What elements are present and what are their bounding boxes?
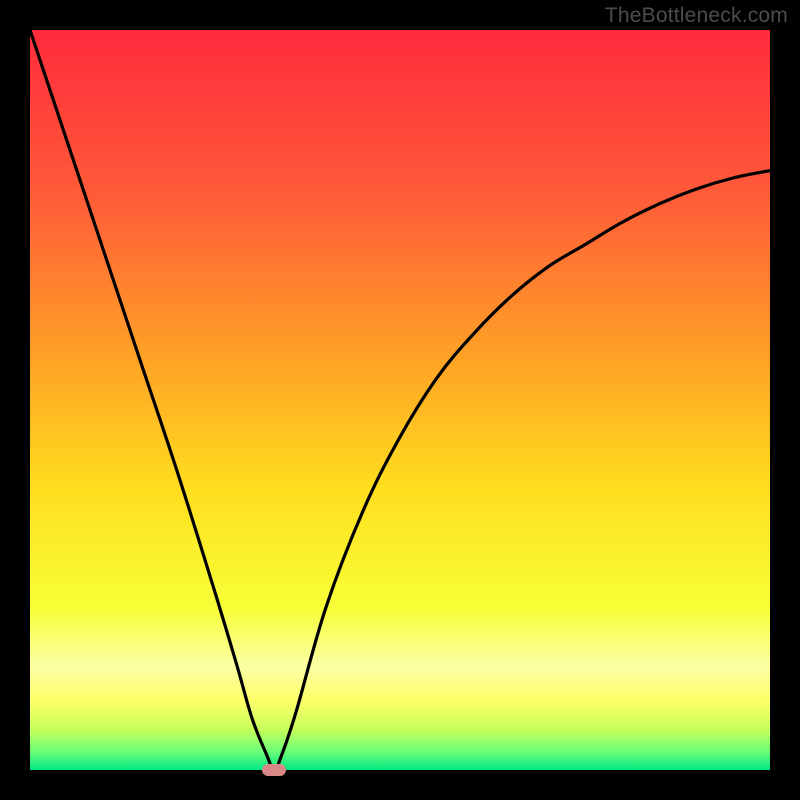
- chart-frame: TheBottleneck.com: [0, 0, 800, 800]
- plot-area: [30, 30, 770, 770]
- optimal-point-marker: [262, 764, 286, 776]
- watermark-text: TheBottleneck.com: [605, 4, 788, 28]
- bottleneck-curve: [30, 30, 770, 770]
